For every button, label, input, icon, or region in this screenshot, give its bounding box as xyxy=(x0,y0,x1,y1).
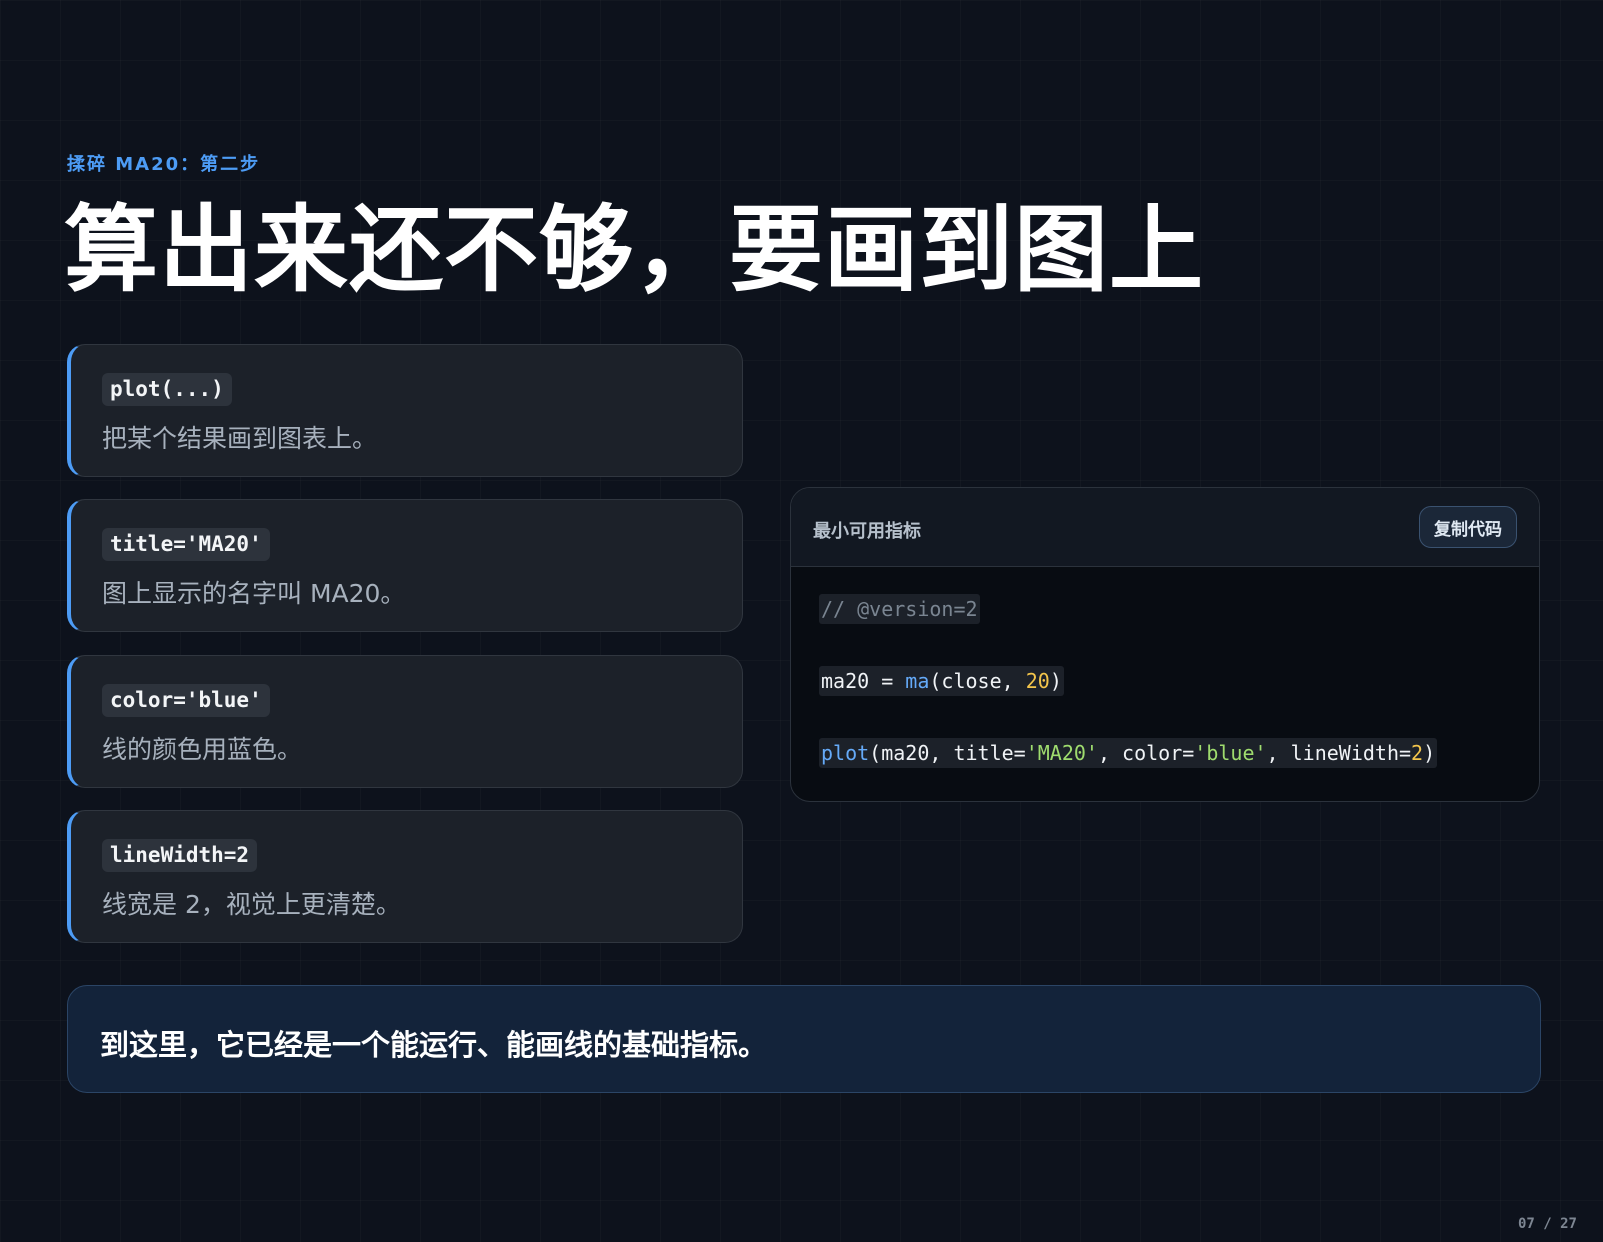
code-panel-header: 最小可用指标 复制代码 xyxy=(791,488,1539,567)
code-text: (close, xyxy=(929,669,1026,693)
code-line: ma20 = ma(close, 20) xyxy=(819,666,1064,696)
param-code: title='MA20' xyxy=(102,528,270,561)
section-eyebrow: 揉碎 MA20：第二步 xyxy=(67,154,261,175)
summary-text: 到这里，它已经是一个能运行、能画线的基础指标。 xyxy=(100,1028,768,1062)
code-text: ) xyxy=(1049,669,1062,693)
param-code: plot(...) xyxy=(102,373,232,406)
code-string: 'MA20' xyxy=(1025,741,1098,765)
param-card-linewidth: lineWidth=2 线宽是 2，视觉上更清楚。 xyxy=(67,810,743,943)
code-panel: 最小可用指标 复制代码 // @version=2 ma20 = ma(clos… xyxy=(790,487,1540,802)
code-string: 'blue' xyxy=(1194,741,1267,765)
code-line: plot(ma20, title='MA20', color='blue', l… xyxy=(819,738,1438,768)
code-function: plot xyxy=(821,741,870,765)
param-card-title: title='MA20' 图上显示的名字叫 MA20。 xyxy=(67,499,743,632)
code-text: (ma20, title= xyxy=(869,741,1026,765)
code-panel-title: 最小可用指标 xyxy=(813,521,921,542)
param-code: color='blue' xyxy=(102,684,270,717)
code-text: , lineWidth= xyxy=(1266,741,1412,765)
code-line: // @version=2 xyxy=(819,594,980,624)
param-description: 把某个结果画到图表上。 xyxy=(102,424,378,453)
param-description: 线宽是 2，视觉上更清楚。 xyxy=(102,890,401,919)
copy-code-button[interactable]: 复制代码 xyxy=(1419,506,1517,548)
slide: 揉碎 MA20：第二步 算出来还不够，要画到图上 plot(...) 把某个结果… xyxy=(0,0,1603,1242)
page-number: 07 / 27 xyxy=(1517,1216,1577,1232)
code-text: , color= xyxy=(1097,741,1195,765)
param-code: lineWidth=2 xyxy=(102,839,258,872)
code-number: 2 xyxy=(1411,741,1424,765)
param-card-plot: plot(...) 把某个结果画到图表上。 xyxy=(67,344,743,477)
code-number: 20 xyxy=(1025,669,1050,693)
slide-title: 算出来还不够，要画到图上 xyxy=(64,196,1205,305)
param-card-color: color='blue' 线的颜色用蓝色。 xyxy=(67,655,743,788)
code-text: ) xyxy=(1423,741,1436,765)
code-comment: // @version=2 xyxy=(821,597,978,621)
param-description: 图上显示的名字叫 MA20。 xyxy=(102,579,406,608)
code-text: ma20 = xyxy=(821,669,906,693)
code-function: ma xyxy=(905,669,930,693)
summary-callout: 到这里，它已经是一个能运行、能画线的基础指标。 xyxy=(67,985,1541,1093)
param-description: 线的颜色用蓝色。 xyxy=(102,735,303,764)
